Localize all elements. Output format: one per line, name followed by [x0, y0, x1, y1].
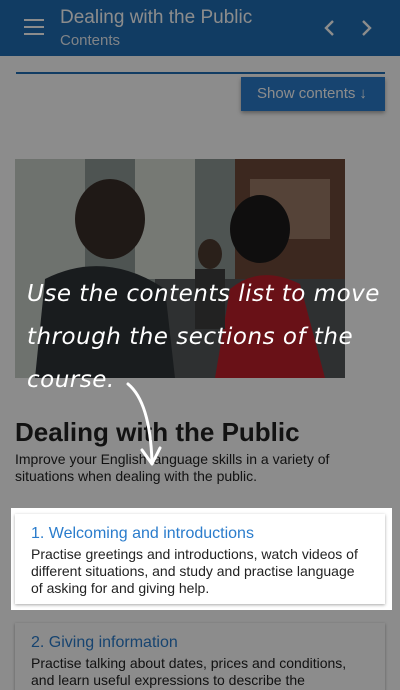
arrow-down-icon: ↓	[359, 85, 367, 102]
section-card-1[interactable]: 1. Welcoming and introductions Practise …	[15, 514, 385, 604]
highlighted-section: 1. Welcoming and introductions Practise …	[11, 508, 392, 610]
app-bar: Dealing with the Public Contents	[0, 0, 400, 56]
page-description: Improve your English language skills in …	[15, 451, 330, 484]
tutorial-hint: Use the contents list to move through th…	[27, 281, 380, 393]
show-contents-button[interactable]: Show contents ↓	[241, 77, 385, 111]
section-title: 2. Giving information	[31, 634, 178, 651]
arrow-down-icon	[126, 382, 162, 466]
section-card-2[interactable]: 2. Giving information Practise talking a…	[15, 623, 385, 690]
section-text: Practise talking about dates, prices and…	[31, 655, 347, 688]
show-contents-label: Show contents	[257, 85, 356, 102]
chevron-right-icon[interactable]	[352, 14, 380, 42]
section-text: Practise greetings and introductions, wa…	[31, 546, 358, 596]
menu-icon[interactable]	[24, 19, 44, 35]
app-subtitle: Contents	[60, 32, 121, 49]
section-title: 1. Welcoming and introductions	[31, 525, 254, 542]
divider	[16, 72, 385, 74]
chevron-left-icon[interactable]	[316, 14, 344, 42]
app-title: Dealing with the Public	[60, 7, 253, 28]
